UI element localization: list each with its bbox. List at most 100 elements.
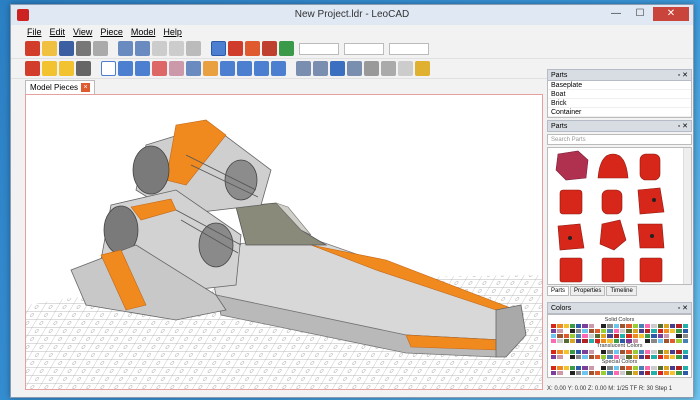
title-bar[interactable]: New Project.ldr - LeoCAD — ☐ ✕: [11, 5, 693, 25]
cut-icon[interactable]: [152, 41, 167, 56]
color-swatch[interactable]: [651, 371, 657, 375]
color-swatch[interactable]: [676, 350, 682, 354]
color-swatch[interactable]: [557, 371, 563, 375]
color-swatch[interactable]: [613, 366, 619, 370]
color-swatch[interactable]: [551, 371, 557, 375]
color-swatch[interactable]: [607, 324, 613, 328]
menu-model[interactable]: Model: [131, 27, 156, 37]
tab-properties[interactable]: Properties: [570, 286, 606, 296]
color-swatch[interactable]: [632, 366, 638, 370]
color-swatch[interactable]: [557, 339, 563, 343]
color-swatch[interactable]: [551, 355, 557, 359]
color-swatch[interactable]: [626, 329, 632, 333]
color-swatch[interactable]: [620, 324, 626, 328]
color-swatch[interactable]: [582, 334, 588, 338]
previous-step-icon[interactable]: [313, 61, 328, 76]
new-file-icon[interactable]: [25, 41, 40, 56]
color-swatch[interactable]: [682, 371, 688, 375]
color-grid[interactable]: Solid Colors Translucent Colors Special …: [547, 314, 692, 378]
color-swatch[interactable]: [576, 339, 582, 343]
color-swatch[interactable]: [563, 366, 569, 370]
color-swatch[interactable]: [657, 324, 663, 328]
category-item[interactable]: Brick: [548, 99, 691, 108]
color-swatch[interactable]: [563, 334, 569, 338]
color-swatch[interactable]: [607, 334, 613, 338]
color-swatch[interactable]: [645, 329, 651, 333]
menu-edit[interactable]: Edit: [50, 27, 66, 37]
color-swatch[interactable]: [620, 334, 626, 338]
color-swatch[interactable]: [651, 355, 657, 359]
color-swatch[interactable]: [551, 324, 557, 328]
color-swatch[interactable]: [626, 350, 632, 354]
paint-icon[interactable]: [169, 61, 184, 76]
view-options-icon[interactable]: [364, 61, 379, 76]
color-swatch[interactable]: [594, 366, 601, 370]
color-swatch[interactable]: [569, 366, 576, 370]
color-swatch[interactable]: [569, 350, 576, 354]
color-swatch[interactable]: [663, 324, 670, 328]
color-swatch[interactable]: [626, 334, 632, 338]
color-swatch[interactable]: [620, 371, 626, 375]
color-swatch[interactable]: [657, 334, 663, 338]
color-swatch[interactable]: [563, 329, 569, 333]
color-swatch[interactable]: [657, 355, 663, 359]
save-icon[interactable]: [59, 41, 74, 56]
color-swatch[interactable]: [645, 334, 651, 338]
tab-model[interactable]: Model Pieces ×: [25, 80, 96, 94]
color-swatch[interactable]: [569, 355, 576, 359]
color-swatch[interactable]: [676, 329, 682, 333]
color-swatch[interactable]: [607, 371, 613, 375]
color-swatch[interactable]: [651, 339, 657, 343]
color-swatch[interactable]: [632, 329, 638, 333]
color-swatch[interactable]: [557, 329, 563, 333]
color-swatch[interactable]: [588, 339, 594, 343]
snap-brick-icon[interactable]: [228, 41, 243, 56]
color-swatch[interactable]: [670, 339, 676, 343]
color-swatch[interactable]: [576, 334, 582, 338]
tab-parts[interactable]: Parts: [547, 286, 570, 296]
color-swatch[interactable]: [645, 371, 651, 375]
rotate-axis-icon[interactable]: [279, 41, 294, 56]
color-swatch[interactable]: [676, 355, 682, 359]
color-swatch[interactable]: [670, 350, 676, 354]
color-swatch[interactable]: [638, 355, 645, 359]
color-swatch[interactable]: [682, 350, 688, 354]
color-swatch[interactable]: [657, 371, 663, 375]
color-swatch[interactable]: [582, 329, 588, 333]
color-swatch[interactable]: [613, 371, 619, 375]
color-swatch[interactable]: [563, 371, 569, 375]
color-swatch[interactable]: [569, 329, 576, 333]
color-swatch[interactable]: [576, 366, 582, 370]
next-step-icon[interactable]: [330, 61, 345, 76]
color-swatch[interactable]: [569, 339, 576, 343]
pan-hand-icon[interactable]: [203, 61, 218, 76]
color-swatch[interactable]: [682, 366, 688, 370]
color-swatch[interactable]: [576, 350, 582, 354]
color-swatch[interactable]: [657, 339, 663, 343]
color-swatch[interactable]: [626, 324, 632, 328]
color-swatch[interactable]: [651, 329, 657, 333]
close-tab-icon[interactable]: ×: [81, 83, 91, 92]
color-swatch[interactable]: [682, 355, 688, 359]
color-swatch[interactable]: [663, 355, 670, 359]
color-swatch[interactable]: [638, 366, 645, 370]
rotate-icon[interactable]: [135, 61, 150, 76]
color-swatch[interactable]: [576, 329, 582, 333]
maximize-button[interactable]: ☐: [629, 7, 651, 21]
color-swatch[interactable]: [551, 339, 557, 343]
color-swatch[interactable]: [582, 355, 588, 359]
print-icon[interactable]: [76, 41, 91, 56]
color-swatch[interactable]: [638, 334, 645, 338]
category-item[interactable]: Baseplate: [548, 81, 691, 90]
first-step-icon[interactable]: [296, 61, 311, 76]
menu-piece[interactable]: Piece: [100, 27, 123, 37]
color-swatch[interactable]: [594, 324, 601, 328]
solid-color-swatches[interactable]: [551, 324, 688, 343]
menu-view[interactable]: View: [73, 27, 92, 37]
color-swatch[interactable]: [645, 324, 651, 328]
color-swatch[interactable]: [607, 329, 613, 333]
color-swatch[interactable]: [588, 355, 594, 359]
color-swatch[interactable]: [601, 371, 607, 375]
color-swatch[interactable]: [594, 350, 601, 354]
color-swatch[interactable]: [551, 350, 557, 354]
